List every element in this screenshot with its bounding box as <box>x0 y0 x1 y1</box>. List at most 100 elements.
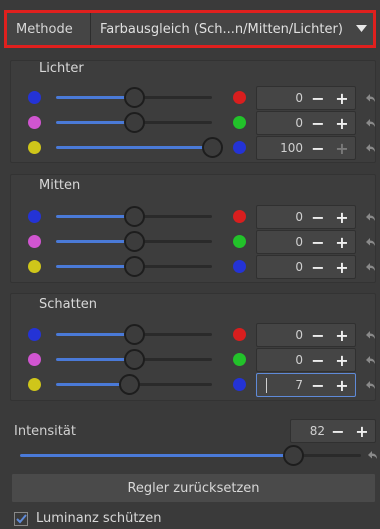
color-slider-row: 100− + <box>11 135 377 161</box>
value-input[interactable]: 0 <box>295 260 303 274</box>
color-slider[interactable] <box>56 374 212 395</box>
chevron-down-icon <box>349 25 373 33</box>
undo-arrow-icon[interactable] <box>364 142 376 154</box>
group-title: Lichter <box>39 61 84 76</box>
plus-icon[interactable]: + <box>331 87 353 109</box>
slider-thumb[interactable] <box>124 112 145 133</box>
color-slider-row: 0− + <box>11 322 377 348</box>
value-input[interactable]: 0 <box>295 210 303 224</box>
value-box[interactable]: 7− + <box>256 373 356 397</box>
minus-icon[interactable]: − <box>307 112 329 134</box>
undo-arrow-icon[interactable] <box>364 92 376 104</box>
intensity-slider[interactable] <box>20 445 361 466</box>
color-dot-left <box>28 210 41 223</box>
group-title: Schatten <box>39 297 98 312</box>
minus-icon[interactable]: − <box>307 256 329 278</box>
minus-icon[interactable]: − <box>327 420 349 442</box>
plus-icon[interactable]: + <box>331 112 353 134</box>
value-input[interactable]: 0 <box>295 328 303 342</box>
plus-icon[interactable]: + <box>351 420 373 442</box>
slider-fill <box>56 240 134 243</box>
slider-fill <box>56 383 129 386</box>
value-input[interactable]: 0 <box>295 91 303 105</box>
value-input[interactable]: 0 <box>295 235 303 249</box>
checkmark-icon <box>15 513 27 523</box>
undo-arrow-icon[interactable] <box>364 329 376 341</box>
text-cursor <box>266 378 267 393</box>
undo-arrow-icon[interactable] <box>364 354 376 366</box>
slider-thumb[interactable] <box>124 231 145 252</box>
value-input[interactable]: 0 <box>295 353 303 367</box>
value-box[interactable]: 0− + <box>256 348 356 372</box>
color-dot-left <box>28 116 41 129</box>
method-label: Methode <box>16 21 73 37</box>
minus-icon[interactable]: − <box>307 87 329 109</box>
minus-icon[interactable]: − <box>307 324 329 346</box>
intensity-value-box[interactable]: 82 − + <box>290 419 376 443</box>
value-box[interactable]: 0− + <box>256 86 356 110</box>
slider-thumb[interactable] <box>202 137 223 158</box>
value-box[interactable]: 0− + <box>256 255 356 279</box>
luminance-option[interactable]: Luminanz schützen <box>14 511 162 526</box>
intensity-label: Intensität <box>14 424 76 439</box>
color-slider[interactable] <box>56 324 212 345</box>
plus-icon[interactable]: + <box>331 137 353 159</box>
slider-thumb[interactable] <box>124 324 145 345</box>
value-input[interactable]: 7 <box>295 378 303 392</box>
slider-thumb[interactable] <box>124 349 145 370</box>
color-dot-right <box>233 378 246 391</box>
undo-arrow-icon[interactable] <box>364 211 376 223</box>
color-slider[interactable] <box>56 256 212 277</box>
minus-icon[interactable]: − <box>307 349 329 371</box>
method-dropdown[interactable]: Farbausgleich (Sch...n/Mitten/Lichter) <box>90 13 373 45</box>
value-input[interactable]: 0 <box>295 116 303 130</box>
value-box[interactable]: 0− + <box>256 111 356 135</box>
color-dot-right <box>233 353 246 366</box>
undo-arrow-icon[interactable] <box>364 117 376 129</box>
slider-thumb[interactable] <box>124 256 145 277</box>
slider-fill <box>56 358 134 361</box>
intensity-slider-thumb[interactable] <box>282 445 304 466</box>
color-slider-row: 0− + <box>11 85 377 111</box>
color-dot-right <box>233 260 246 273</box>
color-slider[interactable] <box>56 349 212 370</box>
color-slider[interactable] <box>56 206 212 227</box>
color-dot-right <box>233 235 246 248</box>
plus-icon[interactable]: + <box>331 374 353 396</box>
slider-fill <box>56 121 134 124</box>
plus-icon[interactable]: + <box>331 231 353 253</box>
slider-thumb[interactable] <box>118 374 140 395</box>
panel-lichter: Lichter 0− +0− +100− + <box>10 60 376 163</box>
slider-fill <box>56 265 134 268</box>
panel-schatten: Schatten 0− +0− +7− + <box>10 293 376 401</box>
color-slider[interactable] <box>56 231 212 252</box>
minus-icon[interactable]: − <box>307 374 329 396</box>
plus-icon[interactable]: + <box>331 349 353 371</box>
color-slider[interactable] <box>56 137 223 158</box>
value-box[interactable]: 0− + <box>256 230 356 254</box>
slider-fill <box>56 96 134 99</box>
value-box[interactable]: 0− + <box>256 323 356 347</box>
undo-arrow-icon[interactable] <box>364 261 376 273</box>
color-dot-right <box>233 91 246 104</box>
minus-icon[interactable]: − <box>307 137 329 159</box>
color-slider[interactable] <box>56 87 212 108</box>
plus-icon[interactable]: + <box>331 324 353 346</box>
minus-icon[interactable]: − <box>307 206 329 228</box>
group-title: Mitten <box>39 178 81 193</box>
undo-arrow-icon[interactable] <box>364 379 376 391</box>
value-box[interactable]: 100− + <box>256 136 356 160</box>
luminance-checkbox[interactable] <box>14 511 28 526</box>
plus-icon[interactable]: + <box>331 256 353 278</box>
color-slider[interactable] <box>56 112 212 133</box>
undo-arrow-icon[interactable] <box>364 236 376 248</box>
undo-arrow-icon[interactable] <box>366 449 378 461</box>
slider-thumb[interactable] <box>124 206 145 227</box>
value-box[interactable]: 0− + <box>256 205 356 229</box>
slider-thumb[interactable] <box>124 87 145 108</box>
minus-icon[interactable]: − <box>307 231 329 253</box>
color-dot-left <box>28 235 41 248</box>
plus-icon[interactable]: + <box>331 206 353 228</box>
value-input[interactable]: 100 <box>280 141 303 155</box>
reset-sliders-button[interactable]: Regler zurücksetzen <box>11 473 376 503</box>
